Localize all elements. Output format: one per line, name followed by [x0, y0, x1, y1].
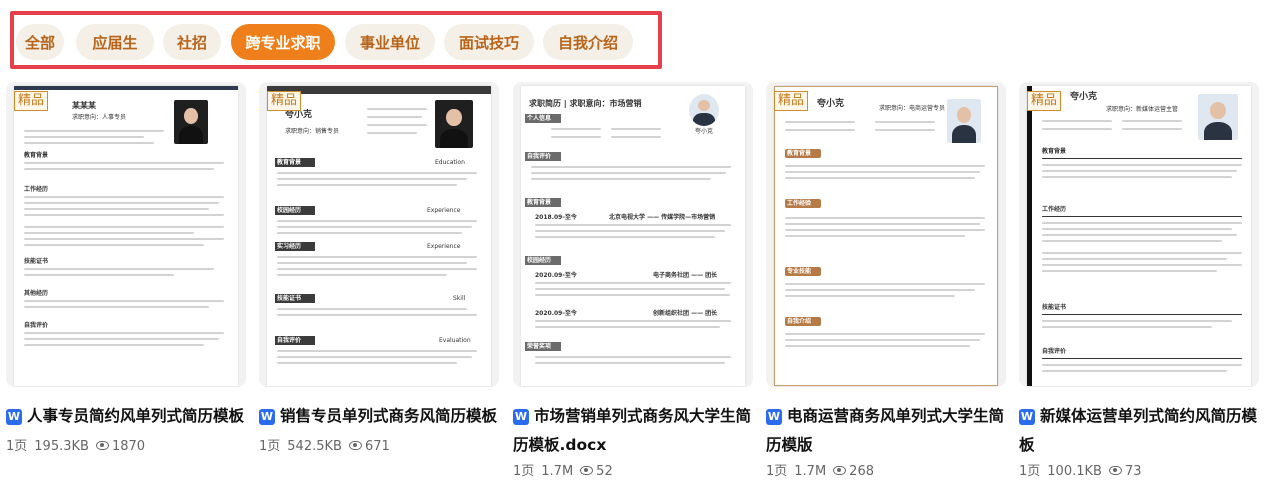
tab-self-intro[interactable]: 自我介绍 — [543, 24, 633, 60]
template-preview[interactable]: 夸小克 求职意向：新媒体运营主管 教育背景 工作经历 技能证书 自我评价 精品 — [1019, 82, 1259, 387]
tab-public-institution[interactable]: 事业单位 — [345, 24, 435, 60]
premium-badge: 精品 — [774, 91, 809, 111]
word-doc-icon: W — [766, 409, 782, 425]
template-meta: 1页 542.5KB 671 — [259, 439, 390, 454]
template-preview[interactable]: 求职简历 | 求职意向：市场营销 夸小克 个人信息 自我评价 教育背景 2018… — [513, 82, 753, 387]
eye-icon — [833, 466, 847, 475]
tab-social-recruit[interactable]: 社招 — [163, 24, 221, 60]
word-doc-icon: W — [513, 409, 529, 425]
template-meta: 1页 1.7M 52 — [513, 464, 613, 479]
eye-icon — [580, 466, 594, 475]
tab-interview-tips[interactable]: 面试技巧 — [444, 24, 534, 60]
premium-badge: 精品 — [267, 91, 302, 111]
template-preview[interactable]: 某某某 求职意向：人事专员 教育背景 工作经历 技能证书 其他经历 自我评价 精… — [6, 82, 246, 387]
avatar — [1198, 94, 1238, 140]
eye-icon — [95, 441, 109, 450]
avatar — [174, 100, 208, 144]
template-title[interactable]: W 新媒体运营单列式简约风简历模板 — [1019, 402, 1268, 460]
eye-icon — [1108, 466, 1122, 475]
avatar — [947, 99, 981, 143]
tab-graduates[interactable]: 应届生 — [76, 24, 154, 60]
tab-cross-major[interactable]: 跨专业求职 — [231, 24, 335, 60]
word-doc-icon: W — [259, 409, 275, 425]
template-meta: 1页 100.1KB 73 — [1019, 464, 1142, 479]
premium-badge: 精品 — [14, 91, 49, 111]
eye-icon — [348, 441, 362, 450]
template-title[interactable]: W 电商运营商务风单列式大学生简历模版 — [766, 402, 1016, 460]
template-preview[interactable]: 夸小克 求职意向：电商运营专员 教育背景 工作经验 专业技能 自我介绍 精品 — [766, 82, 1006, 387]
template-meta: 1页 195.3KB 1870 — [6, 439, 146, 454]
word-doc-icon: W — [6, 409, 22, 425]
tab-all[interactable]: 全部 — [16, 24, 64, 60]
template-preview[interactable]: 夸小克 求职意向：销售专员 教育背景 Education 校园经历 Experi… — [259, 82, 499, 387]
template-meta: 1页 1.7M 268 — [766, 464, 874, 479]
template-title[interactable]: W 市场营销单列式商务风大学生简历模板.docx — [513, 402, 763, 460]
template-title[interactable]: W 销售专员单列式商务风简历模板 — [259, 402, 509, 431]
avatar — [689, 94, 719, 126]
avatar — [435, 100, 473, 148]
word-doc-icon: W — [1019, 409, 1035, 425]
template-title[interactable]: W 人事专员简约风单列式简历模板 — [6, 402, 256, 431]
premium-badge: 精品 — [1027, 91, 1062, 111]
